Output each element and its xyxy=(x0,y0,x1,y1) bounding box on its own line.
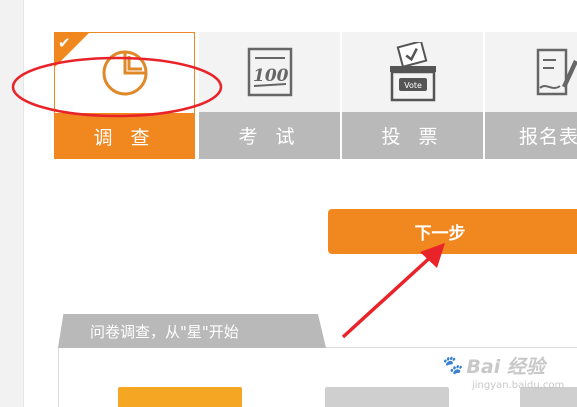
type-card-vote[interactable]: Vote 投 票 xyxy=(342,32,483,159)
option-button-primary[interactable] xyxy=(118,387,242,407)
option-button-secondary[interactable] xyxy=(325,387,449,407)
paw-icon: 🐾 xyxy=(440,355,463,376)
type-card-icon-area: 100 xyxy=(199,32,340,112)
type-card-label: 调 查 xyxy=(55,113,194,159)
ballot-box-icon: Vote xyxy=(389,42,436,102)
left-rail xyxy=(0,0,24,407)
svg-text:100: 100 xyxy=(253,66,289,86)
signup-form-icon xyxy=(536,48,577,96)
red-arrow-shaft xyxy=(341,252,436,339)
watermark-main: 🐾 Bai 经验 xyxy=(440,352,564,379)
next-step-label: 下一步 xyxy=(414,224,466,244)
type-card-label: 考 试 xyxy=(199,112,340,159)
type-card-label: 报名表单 xyxy=(485,112,577,159)
exam-paper-icon: 100 xyxy=(247,47,292,97)
watermark-url: jingyan.baidu.com xyxy=(472,380,565,391)
type-card-exam[interactable]: 100 考 试 xyxy=(199,32,340,159)
type-card-icon-area xyxy=(485,32,577,112)
type-card-signup[interactable]: 报名表单 xyxy=(485,32,577,159)
next-step-button[interactable]: 下一步 xyxy=(328,209,577,254)
survey-section-tab[interactable]: 问卷调查，从"星"开始 xyxy=(58,314,326,348)
svg-text:Vote: Vote xyxy=(404,81,422,90)
type-card-survey[interactable]: 调 查 ✔ xyxy=(54,32,195,159)
pie-chart-icon xyxy=(102,50,147,96)
watermark-main-text: Bai 经验 xyxy=(466,356,545,378)
type-card-icon-area: Vote xyxy=(342,32,483,112)
section-tab-label: 问卷调查，从"星"开始 xyxy=(90,322,239,341)
questionnaire-type-selector: 调 查 ✔ 100 考 试 Vote 投 票 报名表 xyxy=(54,32,577,159)
baidu-jingyan-watermark: 🐾 Bai 经验 jingyan.baidu.com xyxy=(440,352,564,391)
checkmark-icon: ✔ xyxy=(58,34,71,52)
type-card-label: 投 票 xyxy=(342,112,483,159)
